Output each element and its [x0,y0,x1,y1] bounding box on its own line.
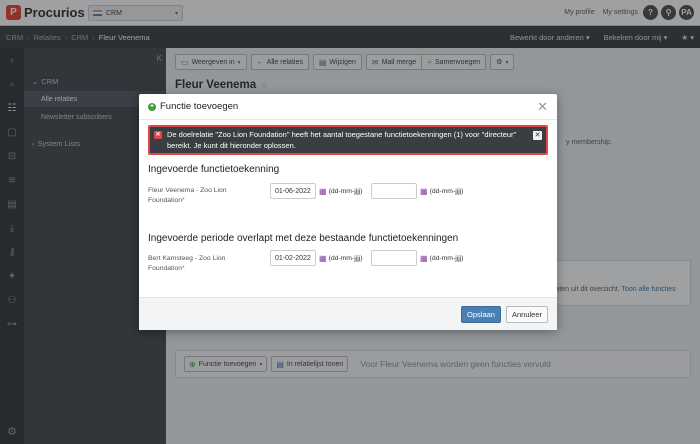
calendar-icon[interactable]: ▦ [420,187,428,196]
save-button[interactable]: Opslaan [461,306,501,323]
error-alert-text: De doelrelatie "Zoo Lion Foundation" hee… [167,130,517,150]
plus-icon: + [148,102,156,111]
add-function-dialog: + Functie toevoegen ✕ ✕ De doelrelatie "… [139,94,557,330]
section-entered-function: Ingevoerde functietoekenning [148,164,280,175]
error-alert: ✕ De doelrelatie "Zoo Lion Foundation" h… [148,125,548,155]
row1-label: Fleur Veenema - Zoo Lion Foundation* [148,187,227,204]
calendar-icon[interactable]: ▦ [319,254,327,263]
row1-end-date-input[interactable] [371,183,417,199]
dialog-header: + Functie toevoegen ✕ [139,94,557,120]
row2-end-date-input[interactable] [371,250,417,266]
row1-start-date-hint: ▦ (dd-mm-jjjj) [319,186,363,196]
calendar-icon[interactable]: ▦ [420,254,428,263]
cancel-button[interactable]: Annuleer [506,306,548,323]
dialog-footer: Opslaan Annuleer [139,297,557,330]
error-icon: ✕ [154,131,162,139]
row1-start-date-input[interactable]: 01-06-2022 [270,183,316,199]
row1-end-date-hint: ▦ (dd-mm-jjjj) [420,186,464,196]
row2-start-date-hint: ▦ (dd-mm-jjjj) [319,253,363,263]
row2-end-date-hint: ▦ (dd-mm-jjjj) [420,253,464,263]
calendar-icon[interactable]: ▦ [319,187,327,196]
row2-label: Bert Kamsteeg - Zoo Lion Foundation* [148,255,226,272]
row2-start-date-input[interactable]: 01-02-2022 [270,250,316,266]
section-overlapping-functions: Ingevoerde periode overlapt met deze bes… [148,233,459,244]
dialog-title: Functie toevoegen [160,101,239,112]
close-icon[interactable]: ✕ [537,99,548,115]
alert-close-icon[interactable]: ✕ [533,131,542,140]
